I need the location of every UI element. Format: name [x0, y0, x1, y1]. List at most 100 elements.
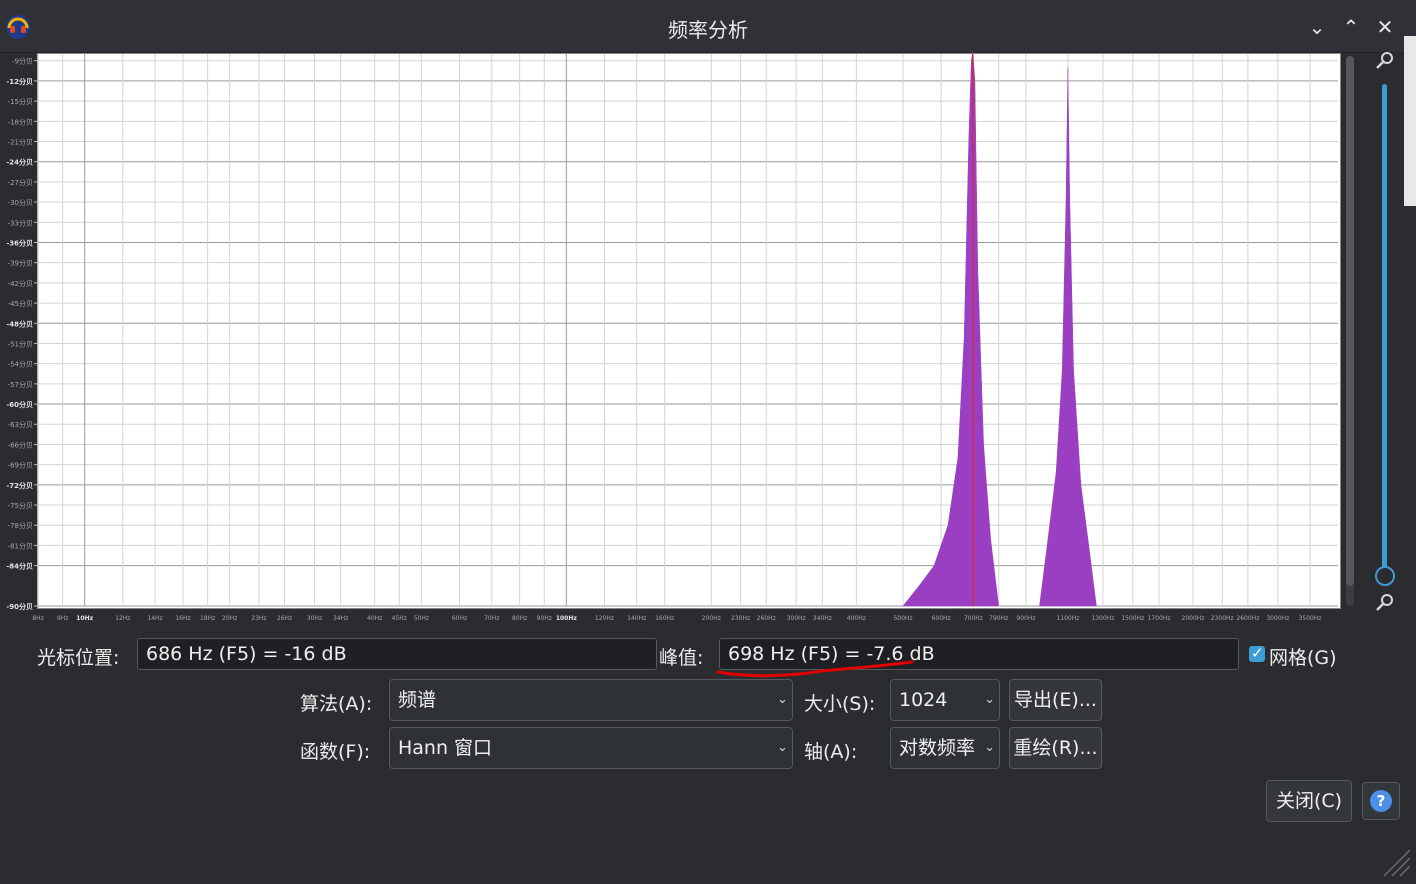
x-tick-label: 14Hz: [147, 615, 162, 622]
resize-grip-icon[interactable]: [1376, 842, 1412, 878]
close-button[interactable]: 关闭(C): [1266, 780, 1352, 822]
zoom-slider-track[interactable]: [1382, 84, 1387, 568]
x-tick-label: 18Hz: [200, 615, 215, 622]
y-tick-label: -15分贝: [8, 97, 33, 106]
x-tick-label: 90Hz: [537, 615, 552, 622]
y-tick-label: -18分贝: [8, 117, 33, 126]
x-tick-label: 2600Hz: [1236, 615, 1259, 622]
x-tick-label: 300Hz: [787, 615, 806, 622]
x-tick-label: 1700Hz: [1148, 615, 1171, 622]
scrollbar-thumb[interactable]: [1346, 56, 1354, 586]
x-tick-label: 700Hz: [964, 615, 983, 622]
algorithm-label: 算法(A):: [300, 693, 373, 715]
chevron-up-icon: ⌃: [1342, 15, 1360, 39]
y-tick-label: -39分贝: [8, 259, 33, 268]
chevron-down-icon: ⌄: [984, 692, 995, 707]
checkmark-icon: ✓: [1251, 644, 1264, 662]
x-tick-label: 500Hz: [893, 615, 912, 622]
function-select[interactable]: Hann 窗口 ⌄: [389, 727, 793, 769]
peak-label: 峰值:: [659, 647, 704, 669]
x-tick-label: 45Hz: [392, 615, 407, 622]
x-tick-label: 2000Hz: [1182, 615, 1205, 622]
chevron-down-icon: ⌄: [984, 740, 995, 755]
y-tick-label: -81分贝: [8, 541, 33, 550]
red-underline-annotation: [716, 660, 914, 678]
y-tick-label: -66分贝: [8, 440, 33, 449]
x-tick-label: 1100Hz: [1056, 615, 1079, 622]
axis-label: 轴(A):: [804, 741, 858, 763]
y-tick-label: -51分贝: [8, 339, 33, 348]
x-tick-label: 23Hz: [251, 615, 266, 622]
y-tick-label: -42分贝: [8, 279, 33, 288]
x-tick-label: 600Hz: [932, 615, 951, 622]
cursor-position-label: 光标位置:: [37, 647, 120, 669]
function-label: 函数(F):: [300, 741, 371, 763]
size-select[interactable]: 1024 ⌄: [890, 679, 1000, 721]
spectrum-chart[interactable]: -9分贝 -12分贝 -15分贝 -18分贝 -21分贝 -24分贝 -27分贝 -30分贝 -…: [0, 0, 1344, 630]
chevron-down-icon: ⌄: [777, 740, 788, 755]
x-tick-label: 1500Hz: [1121, 615, 1144, 622]
algorithm-value: 频谱: [398, 689, 437, 711]
x-tick-label: 60Hz: [452, 615, 467, 622]
y-tick-label: -72分贝: [6, 481, 33, 490]
y-tick-label: -30分贝: [8, 198, 33, 207]
y-tick-label: -12分贝: [6, 77, 33, 86]
x-tick-label: 790Hz: [989, 615, 1008, 622]
axis-select[interactable]: 对数频率 ⌄: [890, 727, 1000, 769]
x-tick-label: 1300Hz: [1091, 615, 1114, 622]
x-tick-label: 80Hz: [512, 615, 527, 622]
help-icon: ?: [1370, 790, 1392, 812]
y-tick-label: -21分贝: [8, 138, 33, 147]
grid-checkbox[interactable]: ✓: [1249, 644, 1265, 662]
x-tick-label: 200Hz: [702, 615, 721, 622]
y-tick-label: -69分贝: [8, 461, 33, 470]
x-tick-label: 34Hz: [333, 615, 348, 622]
x-tick-label: 16Hz: [175, 615, 190, 622]
y-tick-label: -33分贝: [8, 218, 33, 227]
cursor-position-field[interactable]: 686 Hz (F5) = -16 dB: [137, 638, 657, 670]
algorithm-select[interactable]: 频谱 ⌄: [389, 679, 793, 721]
x-tick-label: 8Hz: [32, 615, 43, 622]
zoom-in-icon[interactable]: [1375, 50, 1395, 70]
x-tick-label: 30Hz: [307, 615, 322, 622]
x-tick-label: 900Hz: [1016, 615, 1035, 622]
x-tick-label: 2300Hz: [1211, 615, 1234, 622]
x-tick-label: 260Hz: [757, 615, 776, 622]
y-tick-label: -9分贝: [12, 57, 33, 66]
x-tick-label: 9Hz: [57, 615, 68, 622]
x-tick-label: 20Hz: [222, 615, 237, 622]
x-tick-label: 400Hz: [847, 615, 866, 622]
x-tick-label: 3500Hz: [1299, 615, 1322, 622]
x-tick-label: 12Hz: [115, 615, 130, 622]
x-tick-label: 70Hz: [484, 615, 499, 622]
y-tick-label: -75分贝: [8, 501, 33, 510]
axis-value: 对数频率: [899, 737, 976, 759]
size-label: 大小(S):: [804, 693, 876, 715]
zoom-out-icon[interactable]: [1375, 592, 1395, 612]
y-tick-label: -78分贝: [8, 521, 33, 530]
background-window-edge: [1404, 36, 1416, 206]
y-tick-label: -27分贝: [8, 178, 33, 187]
y-tick-label: -36分贝: [6, 238, 33, 247]
y-tick-label: -24分贝: [6, 158, 33, 167]
close-window-button[interactable]: ✕: [1372, 14, 1398, 40]
export-button[interactable]: 导出(E)...: [1009, 679, 1102, 721]
grid-checkbox-label[interactable]: 网格(G): [1269, 643, 1337, 670]
x-tick-label: 10Hz: [76, 615, 93, 622]
y-tick-label: -63分贝: [8, 420, 33, 429]
function-value: Hann 窗口: [398, 737, 493, 759]
y-tick-label: -57分贝: [8, 380, 33, 389]
y-tick-label: -60分贝: [6, 400, 33, 409]
chevron-down-icon: ⌄: [777, 692, 788, 707]
x-tick-label: 3000Hz: [1266, 615, 1289, 622]
help-button[interactable]: ?: [1362, 782, 1400, 820]
size-value: 1024: [899, 689, 948, 711]
x-tick-label: 26Hz: [277, 615, 292, 622]
zoom-slider-handle[interactable]: [1375, 566, 1395, 586]
replot-button[interactable]: 重绘(R)...: [1009, 727, 1102, 769]
close-icon: ✕: [1376, 15, 1394, 39]
vertical-scrollbar[interactable]: [1346, 56, 1354, 606]
x-tick-label: 140Hz: [627, 615, 646, 622]
y-tick-label: -54分贝: [8, 360, 33, 369]
y-tick-label: -84分贝: [6, 562, 33, 571]
